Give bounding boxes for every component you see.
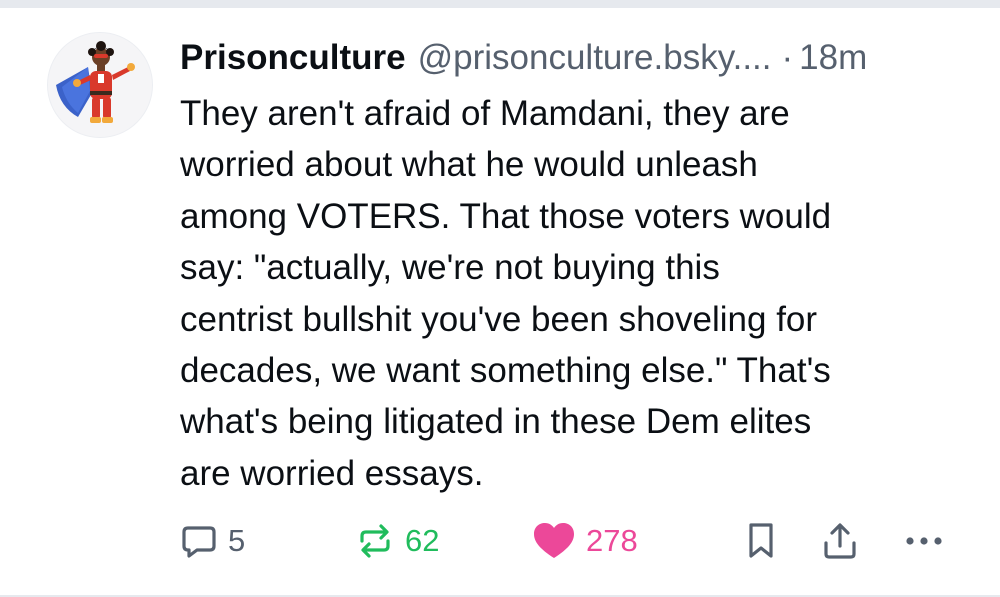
like-button[interactable]: 278 — [532, 519, 638, 563]
post-timestamp[interactable]: 18m — [799, 36, 867, 80]
post-header: Prisonculture @prisonculture.bsky.... · … — [180, 36, 970, 80]
share-button[interactable] — [820, 519, 860, 563]
author-display-name[interactable]: Prisonculture — [180, 36, 406, 80]
reply-button[interactable]: 5 — [180, 519, 245, 563]
post-text-line: They aren't afraid of Mamdani, they are — [180, 94, 790, 133]
post-text-line: among VOTERS. That those voters would — [180, 196, 832, 236]
post-text-line: are worried essays. — [180, 453, 484, 493]
post-text: They aren't afraid of Mamdani, they are … — [180, 88, 970, 499]
superhero-avatar-icon — [48, 33, 152, 137]
author-handle[interactable]: @prisonculture.bsky.... — [418, 36, 772, 80]
share-upload-icon — [824, 523, 856, 559]
post-text-line: decades, we want something else." That's — [180, 351, 831, 391]
repost-arrows-icon — [360, 524, 390, 558]
time-separator: · — [781, 38, 794, 77]
post-text-line: centrist bullshit you've been shoveling … — [180, 299, 818, 339]
reply-count: 5 — [228, 523, 246, 558]
post-text-line: say: "actually, we're not buying this — [180, 248, 720, 288]
heart-icon — [534, 523, 574, 558]
avatar[interactable] — [47, 32, 153, 138]
more-options-button[interactable] — [902, 519, 946, 563]
post-actions-bar: 5 62 278 — [180, 519, 970, 563]
speech-bubble-icon — [182, 526, 216, 558]
post-text-line: worried about what he would unleash — [180, 145, 758, 185]
ellipsis-icon — [906, 537, 942, 545]
repost-count: 62 — [405, 523, 440, 558]
bookmark-icon — [749, 523, 773, 558]
like-count: 278 — [586, 523, 638, 558]
repost-button[interactable]: 62 — [355, 519, 439, 563]
top-divider — [0, 0, 1000, 8]
post-card[interactable]: Prisonculture @prisonculture.bsky.... · … — [0, 8, 1000, 595]
post-text-line: what's being litigated in these Dem elit… — [180, 402, 812, 442]
bookmark-button[interactable] — [743, 519, 779, 563]
post-content: Prisonculture @prisonculture.bsky.... · … — [180, 36, 970, 499]
